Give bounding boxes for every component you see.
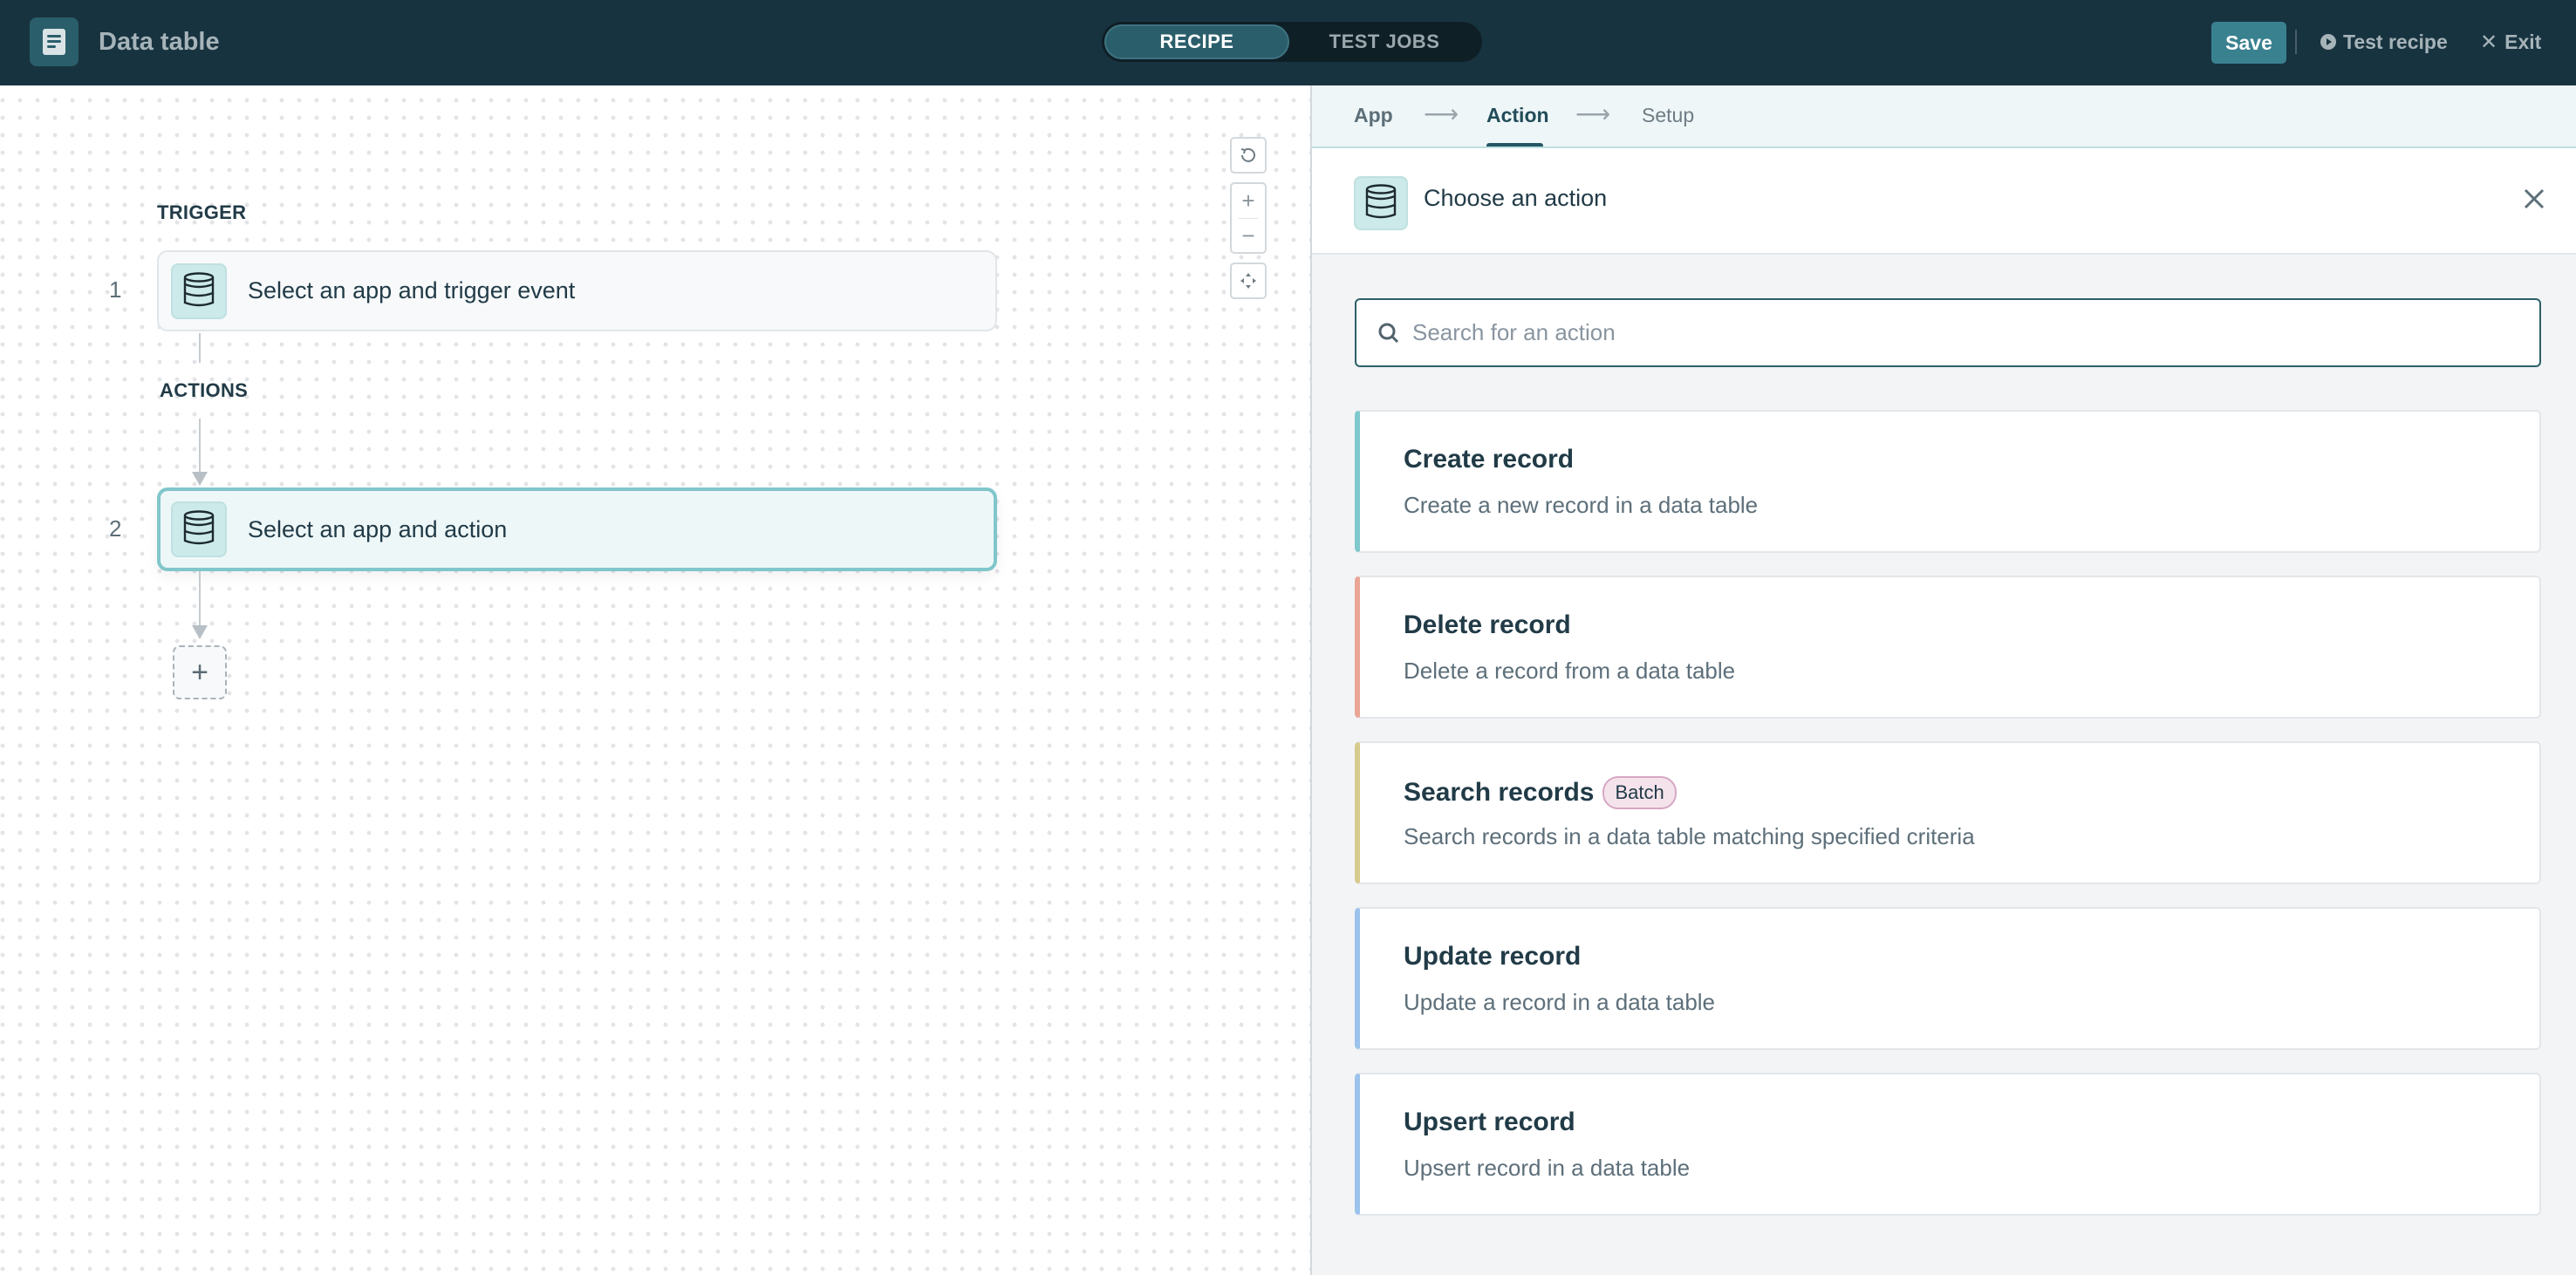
action-title: Update record — [1404, 942, 1581, 972]
search-input[interactable] — [1412, 319, 2529, 346]
arrow-right-icon: ⟶ — [1575, 100, 1611, 127]
action-title-text: Upsert record — [1404, 1108, 1575, 1136]
zoom-in-button[interactable]: + — [1232, 184, 1265, 217]
tab-recipe[interactable]: RECIPE — [1104, 24, 1289, 59]
arrow-down-icon — [192, 472, 208, 486]
app-title: Data table — [99, 28, 220, 56]
exit-label: Exit — [2504, 30, 2542, 53]
close-icon — [2524, 188, 2545, 209]
database-icon — [1354, 176, 1408, 230]
view-switcher: RECIPE TEST JOBS — [1102, 22, 1482, 62]
test-recipe-button[interactable]: Test recipe — [2320, 24, 2448, 59]
search-icon — [1378, 323, 1399, 343]
zoom-out-button[interactable]: − — [1232, 219, 1265, 252]
close-panel-button[interactable] — [2518, 183, 2550, 215]
step-number: 1 — [109, 276, 122, 303]
document-icon — [30, 17, 79, 66]
active-step-indicator — [1486, 143, 1543, 147]
action-card-search-records[interactable]: Search records Batch Search records in a… — [1355, 741, 2541, 884]
action-title-text: Delete record — [1404, 610, 1571, 639]
fit-to-screen-icon — [1240, 273, 1256, 289]
action-card-upsert-record[interactable]: Upsert record Upsert record in a data ta… — [1355, 1073, 2541, 1216]
action-card-create-record[interactable]: Create record Create a new record in a d… — [1355, 410, 2541, 553]
action-title-text: Search records — [1404, 778, 1595, 807]
fit-to-screen-button[interactable] — [1230, 262, 1267, 299]
action-title: Delete record — [1404, 610, 1571, 640]
action-title: Upsert record — [1404, 1108, 1575, 1137]
wizard-step-app[interactable]: App — [1354, 101, 1393, 129]
action-title: Create record — [1404, 445, 1574, 474]
action-description: Update a record in a data table — [1404, 989, 1716, 1015]
close-icon: ✕ — [2480, 30, 2498, 54]
recipe-canvas[interactable]: TRIGGER 1 Select an app and trigger even… — [0, 85, 1310, 1275]
action-card-update-record[interactable]: Update record Update a record in a data … — [1355, 907, 2541, 1050]
reset-view-button[interactable] — [1230, 137, 1267, 174]
zoom-in-icon: + — [1241, 187, 1255, 214]
arrow-down-icon — [192, 625, 208, 639]
step-text: Select an app and trigger event — [248, 277, 576, 303]
action-description: Create a new record in a data table — [1404, 492, 1759, 518]
connector-line — [199, 571, 201, 627]
batch-badge: Batch — [1602, 776, 1677, 809]
action-title-text: Create record — [1404, 445, 1575, 474]
action-step-card[interactable]: Select an app and action — [157, 488, 997, 571]
divider — [2295, 30, 2297, 54]
wizard-steps: App ⟶ Action ⟶ Setup — [1312, 85, 2576, 148]
action-description: Upsert record in a data table — [1404, 1155, 1691, 1181]
panel-title: Choose an action — [1424, 185, 1608, 211]
top-bar: Data table RECIPE TEST JOBS Save Test re… — [0, 0, 2576, 85]
add-step-button[interactable]: + — [173, 645, 227, 699]
database-icon — [171, 501, 227, 557]
arrow-right-icon: ⟶ — [1424, 100, 1459, 127]
reset-view-icon — [1240, 147, 1255, 162]
action-card-delete-record[interactable]: Delete record Delete a record from a dat… — [1355, 576, 2541, 719]
zoom-out-icon: − — [1241, 222, 1255, 249]
action-title-text: Update record — [1404, 942, 1582, 971]
wizard-step-action[interactable]: Action — [1486, 101, 1549, 129]
exit-button[interactable]: ✕ Exit — [2480, 24, 2541, 59]
zoom-controls: + − — [1230, 182, 1267, 254]
tab-test-jobs[interactable]: TEST JOBS — [1292, 24, 1477, 59]
step-number: 2 — [109, 515, 122, 542]
action-search — [1355, 298, 2541, 367]
actions-label: ACTIONS — [160, 379, 249, 401]
trigger-step-card[interactable]: Select an app and trigger event — [157, 250, 997, 331]
trigger-label: TRIGGER — [157, 201, 247, 223]
test-recipe-label: Test recipe — [2343, 30, 2448, 53]
step-text: Select an app and action — [248, 515, 508, 542]
action-title: Search records Batch — [1404, 776, 1677, 809]
connector-line — [199, 333, 201, 363]
action-panel: App ⟶ Action ⟶ Setup Choose an action Se… — [1310, 85, 2576, 1275]
save-button[interactable]: Save — [2211, 22, 2286, 64]
action-description: Search records in a data table matching … — [1404, 823, 1975, 849]
play-icon — [2320, 34, 2336, 50]
panel-header: Choose an action — [1312, 148, 2576, 255]
action-description: Delete a record from a data table — [1404, 658, 1736, 684]
connector-line — [199, 419, 201, 474]
database-icon — [171, 262, 227, 319]
wizard-step-setup[interactable]: Setup — [1642, 101, 1694, 129]
